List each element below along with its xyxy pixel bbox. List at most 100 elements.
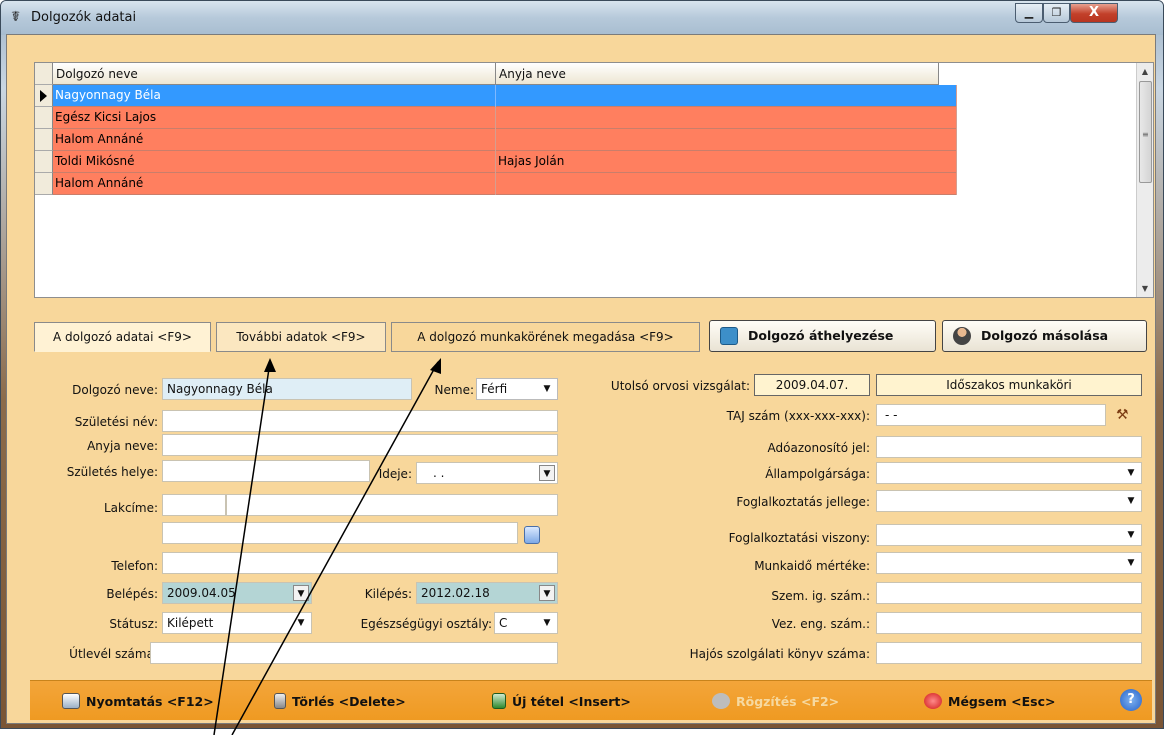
cancel-label: Mégsem <Esc>	[948, 694, 1056, 709]
id-label: Szem. ig. szám.:	[771, 589, 870, 603]
table-row[interactable]: Halom Annáné	[53, 173, 957, 195]
medical-date-field[interactable]: 2009.04.07.	[754, 374, 870, 396]
new-item-button[interactable]: Új tétel <Insert>	[492, 693, 631, 709]
birthname-field[interactable]	[162, 410, 558, 432]
exit-date-field[interactable]: 2012.02.18 ▼	[416, 582, 558, 604]
city-field[interactable]	[226, 494, 558, 516]
citizenship-select[interactable]: ▼	[876, 462, 1142, 484]
table-row[interactable]: Egész Kicsi Lajos	[53, 107, 957, 129]
transfer-label: Dolgozó áthelyezése	[748, 328, 894, 343]
chevron-down-icon[interactable]: ▼	[1123, 527, 1139, 543]
employment-label: Foglalkoztatás jellege:	[736, 495, 870, 509]
row-indicator[interactable]	[35, 129, 53, 151]
transfer-employee-button[interactable]: Dolgozó áthelyezése	[709, 320, 936, 352]
medical-type-value: Időszakos munkaköri	[946, 378, 1072, 392]
passport-label: Útlevél száma:	[69, 647, 158, 661]
employee-grid[interactable]: Dolgozó neve Anyja neve Nagyonnagy Béla …	[34, 62, 1154, 298]
grid-header-mother[interactable]: Anyja neve	[496, 63, 939, 85]
close-button[interactable]: X	[1070, 3, 1118, 23]
grip-icon: ≡	[1142, 130, 1149, 139]
sex-value: Férfi	[481, 382, 508, 396]
delete-button[interactable]: Törlés <Delete>	[274, 693, 406, 709]
bottom-toolbar: Nyomtatás <F12> Törlés <Delete> Új tétel…	[30, 680, 1152, 720]
employment-select[interactable]: ▼	[876, 490, 1142, 512]
exit-label: Kilépés:	[364, 587, 412, 601]
save-button[interactable]: Rögzítés <F2>	[712, 693, 839, 709]
health-value: C	[499, 616, 508, 630]
grid-header-name[interactable]: Dolgozó neve	[53, 63, 496, 85]
chevron-down-icon[interactable]: ▼	[1123, 493, 1139, 509]
worktime-select[interactable]: ▼	[876, 552, 1142, 574]
worktime-label: Munkaidő mértéke:	[754, 559, 870, 573]
birthplace-field[interactable]	[162, 460, 370, 482]
window-title: Dolgozók adatai	[31, 10, 137, 25]
birthname-label: Születési név:	[74, 415, 158, 429]
chevron-down-icon[interactable]: ▼	[293, 615, 309, 631]
chevron-down-icon[interactable]: ▼	[539, 465, 555, 481]
health-select[interactable]: C ▼	[494, 612, 558, 634]
grid-vertical-scrollbar[interactable]: ▲ ≡ ▼	[1136, 63, 1153, 297]
mother-label: Anyja neve:	[87, 439, 158, 453]
id-field[interactable]	[876, 582, 1142, 604]
print-button[interactable]: Nyomtatás <F12>	[62, 693, 214, 709]
license-field[interactable]	[876, 612, 1142, 634]
table-row[interactable]: Halom Annáné	[53, 129, 957, 151]
tab-employee-data[interactable]: A dolgozó adatai <F9>	[34, 322, 211, 352]
copy-employee-button[interactable]: Dolgozó másolása	[942, 320, 1147, 352]
status-select[interactable]: Kilépett ▼	[162, 612, 312, 634]
scroll-up-icon[interactable]: ▲	[1137, 63, 1153, 80]
row-indicator[interactable]	[35, 151, 53, 173]
cell-name: Halom Annáné	[53, 173, 496, 195]
chevron-down-icon[interactable]: ▼	[293, 585, 309, 601]
person-icon	[953, 327, 971, 345]
phone-field[interactable]	[162, 552, 558, 574]
table-row[interactable]: Toldi Mikósné Hajas Jolán	[53, 151, 957, 173]
row-indicator[interactable]	[35, 85, 53, 107]
tab-more-data[interactable]: További adatok <F9>	[216, 322, 386, 352]
chevron-down-icon[interactable]: ▼	[539, 585, 555, 601]
sex-select[interactable]: Férfi ▼	[476, 378, 558, 400]
chevron-down-icon[interactable]: ▼	[1123, 555, 1139, 571]
minimize-button[interactable]: ▁	[1015, 3, 1043, 23]
cell-mother: Hajas Jolán	[496, 151, 957, 173]
seaman-field[interactable]	[876, 642, 1142, 664]
birthdate-field[interactable]: . . ▼	[416, 462, 558, 484]
entry-date-field[interactable]: 2009.04.05 ▼	[162, 582, 312, 604]
cancel-button[interactable]: Mégsem <Esc>	[924, 693, 1056, 709]
taj-field[interactable]: - -	[876, 404, 1106, 426]
license-label: Vez. eng. szám.:	[771, 617, 870, 631]
row-indicator[interactable]	[35, 107, 53, 129]
name-label: Dolgozó neve:	[72, 383, 158, 397]
mother-field[interactable]	[162, 434, 558, 456]
hammer-icon[interactable]: ⚒	[1116, 406, 1134, 424]
medical-type-field[interactable]: Időszakos munkaköri	[876, 374, 1142, 396]
health-label: Egészségügyi osztály:	[360, 617, 492, 631]
cell-mother	[496, 129, 957, 151]
phone-label: Telefon:	[111, 559, 158, 573]
tax-label: Adóazonosító jel:	[767, 441, 870, 455]
check-icon	[712, 693, 730, 709]
scroll-down-icon[interactable]: ▼	[1137, 280, 1153, 297]
address-book-icon[interactable]	[524, 526, 540, 544]
chevron-down-icon[interactable]: ▼	[1123, 465, 1139, 481]
zip-field[interactable]	[162, 494, 226, 516]
table-row[interactable]: Nagyonnagy Béla	[53, 85, 957, 107]
chevron-down-icon[interactable]: ▼	[539, 615, 555, 631]
row-indicator[interactable]	[35, 173, 53, 195]
name-field[interactable]: Nagyonnagy Béla	[162, 378, 412, 400]
taj-value: - -	[885, 408, 898, 422]
transfer-icon	[720, 327, 738, 345]
entry-date-value: 2009.04.05	[167, 586, 236, 600]
maximize-button[interactable]: ❐	[1043, 3, 1070, 23]
street-field[interactable]	[162, 522, 518, 544]
passport-field[interactable]	[150, 642, 558, 664]
scroll-thumb[interactable]: ≡	[1139, 81, 1152, 183]
relation-select[interactable]: ▼	[876, 524, 1142, 546]
delete-label: Törlés <Delete>	[292, 694, 406, 709]
chevron-down-icon[interactable]: ▼	[539, 381, 555, 397]
help-icon[interactable]: ?	[1120, 689, 1142, 711]
address-label: Lakcíme:	[103, 501, 158, 515]
tax-field[interactable]	[876, 436, 1142, 458]
cell-mother	[496, 85, 957, 107]
tab-job-assignment[interactable]: A dolgozó munkakörének megadása <F9>	[391, 322, 700, 352]
